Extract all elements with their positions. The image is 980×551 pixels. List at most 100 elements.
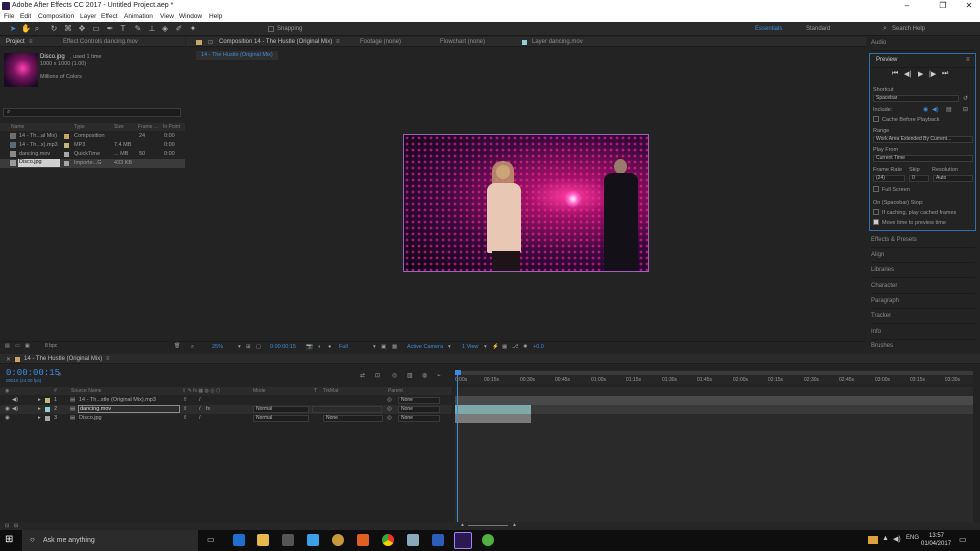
menu-animation[interactable]: Animation bbox=[124, 13, 153, 20]
after-effects-icon[interactable] bbox=[454, 532, 472, 549]
track-area[interactable] bbox=[455, 370, 973, 522]
fast-preview-icon[interactable]: ⚡ bbox=[492, 344, 499, 350]
minimize-icon[interactable]: – bbox=[900, 1, 914, 10]
include-audio-icon[interactable]: ◀) bbox=[932, 106, 939, 113]
list-item[interactable]: 14 - Th...x).mp3 MP3 7.4 MB 0:00 bbox=[0, 141, 185, 150]
eraser-tool-icon[interactable]: ◈ bbox=[161, 25, 169, 33]
parent-pickwhip-icon[interactable]: ◎ bbox=[387, 415, 392, 421]
layer-name[interactable]: Disco.jpg bbox=[79, 415, 102, 421]
tray-icon[interactable] bbox=[868, 536, 878, 544]
brushes-header[interactable]: Brushes bbox=[871, 340, 975, 354]
channel-icon[interactable]: ● bbox=[328, 344, 331, 350]
new-folder-icon[interactable]: ▭ bbox=[15, 343, 20, 349]
views-select[interactable]: 1 View bbox=[462, 344, 478, 350]
tab-footage[interactable]: Footage (none) bbox=[360, 39, 401, 45]
timeline-toggle-icon[interactable]: ▦ bbox=[502, 344, 507, 350]
views-dropdown-icon[interactable]: ▾ bbox=[484, 344, 487, 350]
zoom-out-icon[interactable]: ▲ bbox=[460, 522, 465, 528]
include-video-icon[interactable]: ◉ bbox=[923, 106, 928, 113]
camera-tool-icon[interactable]: ⌘ bbox=[64, 25, 72, 33]
zoom-slider[interactable] bbox=[468, 525, 508, 526]
table-row[interactable]: ◉ ▸ 3 ▤ Disco.jpg ⇧ / Normal None ◎ None bbox=[0, 414, 452, 423]
pan-behind-icon[interactable]: ✥ bbox=[78, 25, 86, 33]
table-row[interactable]: ◀) ▸ 1 ▤ 14 - Th...stle (Original Mix).m… bbox=[0, 396, 452, 405]
video-toggle-icon[interactable]: ◉ bbox=[5, 406, 10, 412]
menu-file[interactable]: File bbox=[4, 13, 14, 20]
quality-switch-icon[interactable]: / bbox=[199, 415, 201, 421]
selection-tool-icon[interactable]: ➤ bbox=[9, 25, 17, 33]
first-frame-icon[interactable]: ⏮ bbox=[892, 70, 898, 78]
col-frame-rate[interactable]: Frame ... bbox=[138, 124, 158, 130]
col-source-name[interactable]: Source Name bbox=[71, 388, 102, 394]
track-bar-audio[interactable] bbox=[455, 396, 973, 405]
tab-layer[interactable]: Layer dancing.mov bbox=[532, 39, 583, 45]
expand-icon[interactable]: ▸ bbox=[38, 397, 41, 403]
volume-icon[interactable]: ◀) bbox=[893, 535, 901, 543]
maximize-icon[interactable]: ❐ bbox=[936, 1, 950, 10]
play-icon[interactable]: ▶ bbox=[918, 70, 923, 78]
clock-date[interactable]: 01/04/2017 bbox=[921, 541, 951, 547]
flowchart-icon[interactable]: ⎇ bbox=[512, 344, 518, 350]
include-layers-icon[interactable]: ⊟ bbox=[963, 106, 968, 113]
prev-frame-icon[interactable]: ◀| bbox=[904, 70, 911, 78]
character-header[interactable]: Character bbox=[871, 280, 975, 294]
last-frame-icon[interactable]: ⏭ bbox=[942, 70, 948, 78]
col-type[interactable]: Type bbox=[74, 124, 85, 130]
if-caching-checkbox[interactable] bbox=[873, 209, 879, 216]
zoom-in-icon[interactable]: ▲ bbox=[512, 522, 517, 528]
col-parent[interactable]: Parent bbox=[388, 388, 403, 394]
parent-pickwhip-icon[interactable]: ◎ bbox=[387, 406, 392, 412]
resolution-dropdown-icon[interactable]: ▾ bbox=[373, 344, 376, 350]
label-color[interactable] bbox=[45, 407, 50, 412]
frame-blending-icon[interactable]: ▥ bbox=[407, 372, 413, 379]
range-select[interactable]: Work Area Extended By Current... bbox=[873, 136, 973, 143]
time-ruler[interactable]: 0:00s 00:15s 00:30s 00:45s 01:00s 01:15s… bbox=[455, 370, 973, 384]
shy-switch-icon[interactable]: ⇧ bbox=[183, 415, 188, 421]
timeline-timecode[interactable]: 0:00:00:15 bbox=[6, 368, 60, 378]
menu-view[interactable]: View bbox=[160, 13, 174, 20]
menu-edit[interactable]: Edit bbox=[20, 13, 31, 20]
col-name[interactable]: Name bbox=[11, 124, 24, 130]
toggle-modes-icon[interactable]: ⊟ bbox=[14, 523, 18, 529]
roto-brush-icon[interactable]: ✐ bbox=[175, 25, 183, 33]
audio-toggle-icon[interactable]: ◀) bbox=[12, 406, 18, 412]
shy-switch-icon[interactable]: ⇧ bbox=[183, 397, 188, 403]
lock-icon[interactable]: ⊡ bbox=[208, 39, 213, 46]
col-t[interactable]: T bbox=[314, 388, 317, 394]
track-bar-video[interactable] bbox=[455, 405, 531, 414]
tab-project[interactable]: Project bbox=[6, 39, 25, 45]
show-snapshot-icon[interactable]: ◐ bbox=[318, 344, 321, 350]
app-icon-orange[interactable] bbox=[357, 534, 369, 546]
notifications-icon[interactable]: ▭ bbox=[959, 535, 967, 544]
parent-pickwhip-icon[interactable]: ◎ bbox=[387, 397, 392, 403]
comp-mini-flowchart-icon[interactable]: ⇄ bbox=[360, 372, 365, 379]
zoom-level[interactable]: 25% bbox=[212, 344, 223, 350]
workspace-essentials[interactable]: Essentials bbox=[755, 26, 782, 32]
workspace-standard[interactable]: Standard bbox=[806, 26, 830, 32]
paragraph-header[interactable]: Paragraph bbox=[871, 295, 975, 309]
timeline-menu-icon[interactable]: ≡ bbox=[106, 356, 110, 362]
list-item-selected[interactable]: Disco.jpg Importe...G 433 KB bbox=[0, 159, 185, 168]
app-icon-blue[interactable] bbox=[307, 534, 319, 546]
camera-dropdown-icon[interactable]: ▾ bbox=[448, 344, 451, 350]
trkmat-select[interactable]: None bbox=[323, 415, 383, 422]
layer-name[interactable]: dancing.mov bbox=[78, 405, 180, 413]
viewer-timecode[interactable]: 0:00:00:15 bbox=[270, 344, 296, 350]
shortcut-select[interactable]: Spacebar bbox=[873, 95, 959, 102]
app-icon-green[interactable] bbox=[482, 534, 494, 546]
preview-menu-icon[interactable]: ≡ bbox=[966, 57, 970, 63]
motion-blur-icon[interactable]: ◍ bbox=[422, 372, 427, 379]
menu-effect[interactable]: Effect bbox=[101, 13, 118, 20]
language-icon[interactable]: ENG bbox=[906, 535, 919, 541]
info-header[interactable]: Info bbox=[871, 326, 975, 340]
resolution-select[interactable]: Full bbox=[339, 344, 348, 350]
fx-switch-icon[interactable]: fx bbox=[206, 406, 210, 412]
timeline-search-icon[interactable]: ⌕ bbox=[58, 372, 61, 379]
trkmat-select[interactable] bbox=[312, 406, 382, 413]
menu-layer[interactable]: Layer bbox=[80, 13, 96, 20]
next-frame-icon[interactable]: |▶ bbox=[929, 70, 936, 78]
menu-window[interactable]: Window bbox=[179, 13, 202, 20]
quality-switch-icon[interactable]: / bbox=[199, 406, 201, 412]
zoom-tool-icon[interactable]: ⌕ bbox=[33, 25, 41, 33]
app-icon-yellow[interactable] bbox=[332, 534, 344, 546]
